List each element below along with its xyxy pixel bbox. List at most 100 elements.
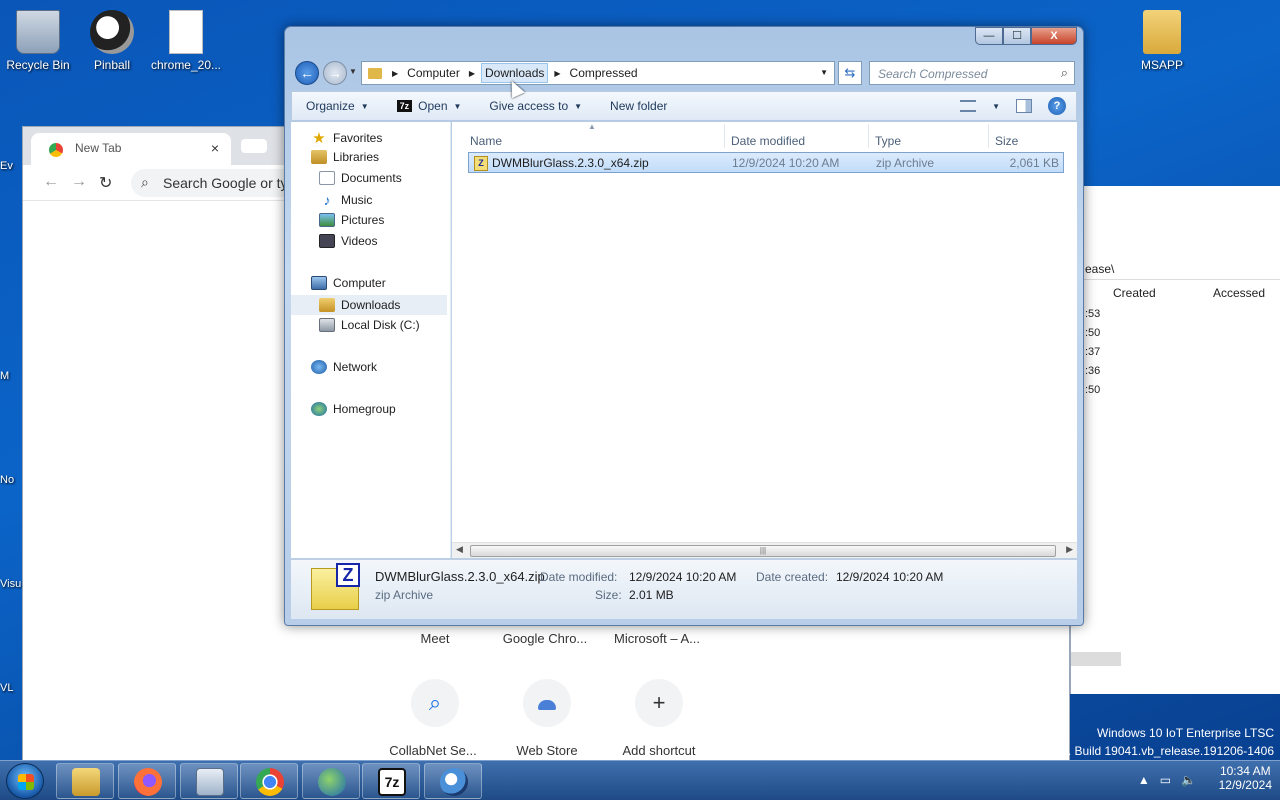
change-view-icon[interactable] [960, 100, 977, 112]
file-size: 2,061 KB [1009, 156, 1059, 170]
close-tab-icon[interactable]: × [211, 140, 219, 156]
list-item[interactable]: :53 [1085, 308, 1100, 320]
nav-item-libraries[interactable]: Libraries [311, 150, 379, 164]
file-list[interactable]: ▲ Name Date modified Type Size Z DWMBlur… [452, 122, 1077, 558]
plus-icon[interactable]: + [635, 679, 683, 727]
help-icon[interactable]: ? [1048, 97, 1066, 115]
organize-button[interactable]: Organize ▼ [292, 99, 383, 113]
column-header-accessed[interactable]: Accessed [1213, 286, 1265, 300]
nav-label: Pictures [341, 213, 385, 227]
column-header-date-modified[interactable]: Date modified [731, 134, 805, 148]
taskbar-pinball[interactable] [424, 763, 482, 799]
desktop-icon-partial[interactable]: M [0, 370, 22, 382]
chevron-down-icon[interactable]: ▼ [820, 68, 828, 77]
desktop-icon-partial[interactable]: No [0, 474, 22, 486]
clock[interactable]: 10:34 AM 12/9/2024 [1219, 764, 1272, 792]
recent-pages-dropdown[interactable]: ▼ [349, 67, 357, 76]
column-header-name[interactable]: Name [470, 134, 502, 148]
desktop-icon-recycle-bin[interactable]: Recycle Bin [0, 4, 76, 72]
address-bar[interactable]: ▶ Computer ▶ Downloads ▶ Compressed ▼ [361, 61, 835, 85]
taskbar-explorer[interactable] [56, 763, 114, 799]
desktop-icon-msapp[interactable]: MSAPP [1124, 4, 1200, 72]
column-divider[interactable] [988, 124, 989, 148]
show-hidden-icons-icon[interactable]: ▲ [1138, 773, 1150, 787]
shortcut-web-store[interactable]: Web Store [492, 743, 602, 758]
maximize-button[interactable]: ☐ [1003, 27, 1031, 45]
list-item[interactable]: :37 [1085, 346, 1100, 358]
new-tab-button[interactable] [241, 139, 267, 153]
scroll-right-icon[interactable]: ▶ [1066, 544, 1073, 555]
nav-item-favorites[interactable]: ★ Favorites [311, 129, 382, 147]
nav-item-pictures[interactable]: Pictures [319, 213, 384, 227]
taskbar-7zip[interactable]: 7z [362, 763, 420, 799]
shortcut-meet[interactable]: Meet [385, 631, 485, 646]
column-header-created[interactable]: Created [1113, 286, 1156, 300]
tab-new-tab[interactable]: New Tab × [31, 133, 231, 165]
preview-pane-icon[interactable] [1016, 99, 1032, 113]
back-arrow-icon[interactable]: ← [43, 173, 59, 191]
refresh-button[interactable]: ⇆ [838, 61, 862, 85]
list-item[interactable]: :50 [1085, 384, 1100, 396]
forward-button[interactable]: → [323, 61, 347, 85]
open-button[interactable]: 7z Open ▼ [383, 99, 476, 113]
nav-item-local-disk[interactable]: Local Disk (C:) [319, 318, 420, 332]
chevron-right-icon[interactable]: ▶ [469, 69, 475, 78]
clock-date: 12/9/2024 [1218, 778, 1272, 792]
background-window[interactable]: ease\ Created Accessed :53 :50 :37 :36 :… [1070, 186, 1280, 694]
taskbar-idm[interactable] [302, 763, 360, 799]
nav-item-network[interactable]: Network [311, 360, 377, 374]
reload-icon[interactable]: ↻ [99, 173, 112, 193]
give-access-button[interactable]: Give access to ▼ [475, 99, 596, 113]
column-header-type[interactable]: Type [875, 134, 901, 148]
table-row[interactable]: Z DWMBlurGlass.2.3.0_x64.zip 12/9/2024 1… [468, 152, 1064, 173]
scroll-left-icon[interactable]: ◀ [456, 544, 463, 555]
search-icon[interactable]: ⌕ [411, 679, 459, 727]
start-button[interactable] [6, 763, 44, 799]
nav-item-downloads[interactable]: Downloads [291, 295, 447, 315]
new-folder-button[interactable]: New folder [596, 99, 681, 113]
list-item[interactable]: :50 [1085, 327, 1100, 339]
scrollbar-thumb[interactable]: ||| [470, 545, 1056, 557]
nav-item-music[interactable]: ♪ Music [319, 192, 373, 208]
close-button[interactable]: X [1031, 27, 1077, 45]
add-shortcut-button[interactable]: Add shortcut [604, 743, 714, 758]
details-date-created: 12/9/2024 10:20 AM [836, 570, 944, 584]
explorer-window[interactable]: — ☐ X ← → ▼ ▶ Computer ▶ Downloads ▶ Com… [284, 26, 1084, 626]
web-store-icon[interactable] [523, 679, 571, 727]
taskbar-control-panel[interactable] [180, 763, 238, 799]
breadcrumb-compressed[interactable]: Compressed [567, 64, 641, 82]
chevron-right-icon[interactable]: ▶ [392, 69, 398, 78]
breadcrumb-computer[interactable]: Computer [404, 64, 463, 82]
minimize-button[interactable]: — [975, 27, 1003, 45]
desktop-icon-partial[interactable]: Visu [0, 578, 22, 590]
background-address-bar[interactable]: ease\ [1071, 258, 1280, 280]
column-header-size[interactable]: Size [995, 134, 1018, 148]
horizontal-scrollbar[interactable]: ◀ ||| ▶ [452, 542, 1077, 558]
desktop-icon-partial[interactable]: VL [0, 682, 22, 694]
column-divider[interactable] [868, 124, 869, 148]
shortcut-google-chrome[interactable]: Google Chro... [495, 631, 595, 646]
search-input[interactable]: Search Compressed ⌕ [869, 61, 1075, 85]
volume-icon[interactable]: 🔈 [1181, 773, 1196, 787]
shortcut-collabnet[interactable]: CollabNet Se... [378, 743, 488, 758]
horizontal-scrollbar[interactable] [1071, 652, 1121, 666]
column-divider[interactable] [724, 124, 725, 148]
nav-item-computer[interactable]: Computer [311, 276, 386, 290]
back-button[interactable]: ← [295, 61, 319, 85]
desktop-icon-partial[interactable]: Ev [0, 160, 22, 172]
nav-item-homegroup[interactable]: Homegroup [311, 402, 396, 416]
desktop-icon-pinball[interactable]: Pinball [74, 4, 150, 72]
list-item[interactable]: :36 [1085, 365, 1100, 377]
forward-arrow-icon[interactable]: → [71, 173, 87, 191]
taskbar-firefox[interactable] [118, 763, 176, 799]
chevron-right-icon[interactable]: ▶ [554, 69, 560, 78]
desktop-icon-chrome-file[interactable]: chrome_20... [148, 4, 224, 72]
nav-item-videos[interactable]: Videos [319, 234, 377, 248]
disk-drive-icon [319, 318, 335, 332]
chevron-down-icon[interactable]: ▼ [992, 102, 1000, 111]
shortcut-microsoft[interactable]: Microsoft – A... [607, 631, 707, 646]
windows-watermark: Windows 10 IoT Enterprise LTSC [1097, 726, 1274, 740]
network-tray-icon[interactable]: ▭ [1160, 773, 1171, 787]
nav-item-documents[interactable]: Documents [319, 171, 402, 185]
taskbar-chrome[interactable] [240, 763, 298, 799]
